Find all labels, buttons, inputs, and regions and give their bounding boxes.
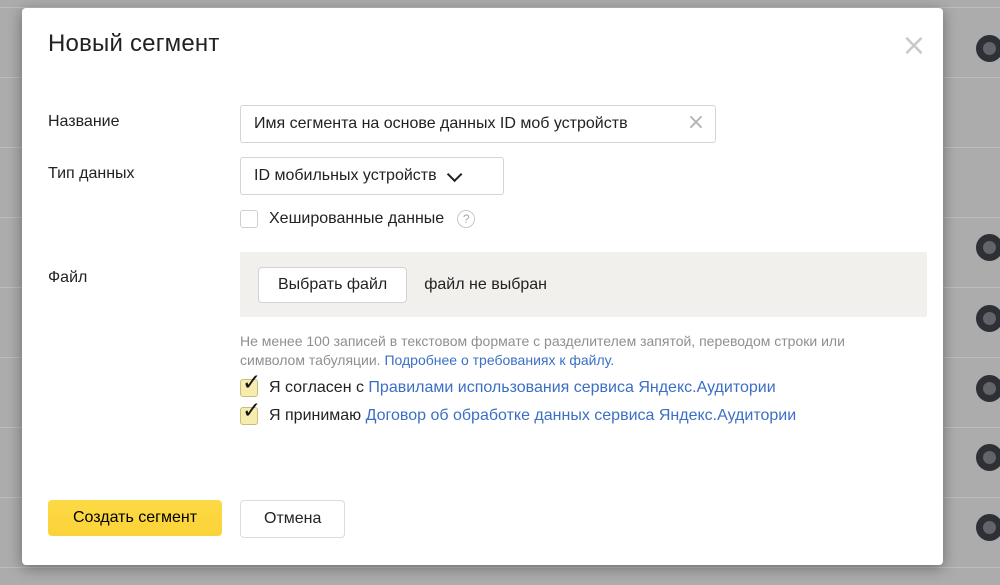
name-field-label: Название <box>48 113 120 131</box>
hashed-data-checkbox[interactable] <box>240 210 258 228</box>
agreement-text: Я согласен с <box>269 379 368 396</box>
file-requirements-hint: Не менее 100 записей в текстовом формате… <box>240 332 896 370</box>
cancel-button[interactable]: Отмена <box>240 500 345 538</box>
data-type-value: ID мобильных устройств <box>254 167 437 185</box>
file-status-text: файл не выбран <box>424 276 547 294</box>
dialog-title: Новый сегмент <box>48 30 220 58</box>
clear-input-icon[interactable]: × <box>685 112 707 134</box>
background-row-icon <box>976 375 1000 402</box>
background-row-icon <box>976 444 1000 471</box>
chevron-down-icon <box>446 166 462 182</box>
background-row-icon <box>976 35 1000 62</box>
segment-name-input[interactable] <box>240 105 716 143</box>
checkmark-icon: ✓ <box>242 372 261 395</box>
contract-agreement-checkbox[interactable]: ✓ <box>240 407 258 425</box>
background-row-icon <box>976 514 1000 541</box>
background-row-icon <box>976 305 1000 332</box>
choose-file-button[interactable]: Выбрать файл <box>258 267 407 303</box>
agreement-row: ✓ Я принимаю Договор об обработке данных… <box>240 407 796 425</box>
agreement-text: Я принимаю <box>269 407 366 424</box>
data-type-select[interactable]: ID мобильных устройств <box>240 157 504 195</box>
segment-name-field: × <box>240 105 716 143</box>
checkmark-icon: ✓ <box>242 400 261 423</box>
contract-link[interactable]: Договор об обработке данных сервиса Янде… <box>366 407 797 424</box>
help-icon[interactable]: ? <box>457 210 475 228</box>
rules-link[interactable]: Правилами использования сервиса Яндекс.А… <box>368 379 775 396</box>
file-requirements-link[interactable]: Подробнее о требованиях к файлу. <box>384 352 614 368</box>
agreement-label: Я принимаю Договор об обработке данных с… <box>269 407 796 425</box>
file-field-label: Файл <box>48 269 87 287</box>
create-segment-button[interactable]: Создать сегмент <box>48 500 222 536</box>
agreement-row: ✓ Я согласен с Правилами использования с… <box>240 379 776 397</box>
data-type-label: Тип данных <box>48 165 135 183</box>
hashed-data-label: Хешированные данные <box>269 210 444 228</box>
rules-agreement-checkbox[interactable]: ✓ <box>240 379 258 397</box>
close-icon[interactable]: × <box>897 30 931 64</box>
agreement-label: Я согласен с Правилами использования сер… <box>269 379 776 397</box>
file-upload-panel: Выбрать файл файл не выбран <box>240 252 927 317</box>
new-segment-dialog: Новый сегмент × Название × Тип данных ID… <box>22 8 943 565</box>
hashed-data-row: Хешированные данные ? <box>240 210 475 228</box>
background-row-icon <box>976 234 1000 261</box>
